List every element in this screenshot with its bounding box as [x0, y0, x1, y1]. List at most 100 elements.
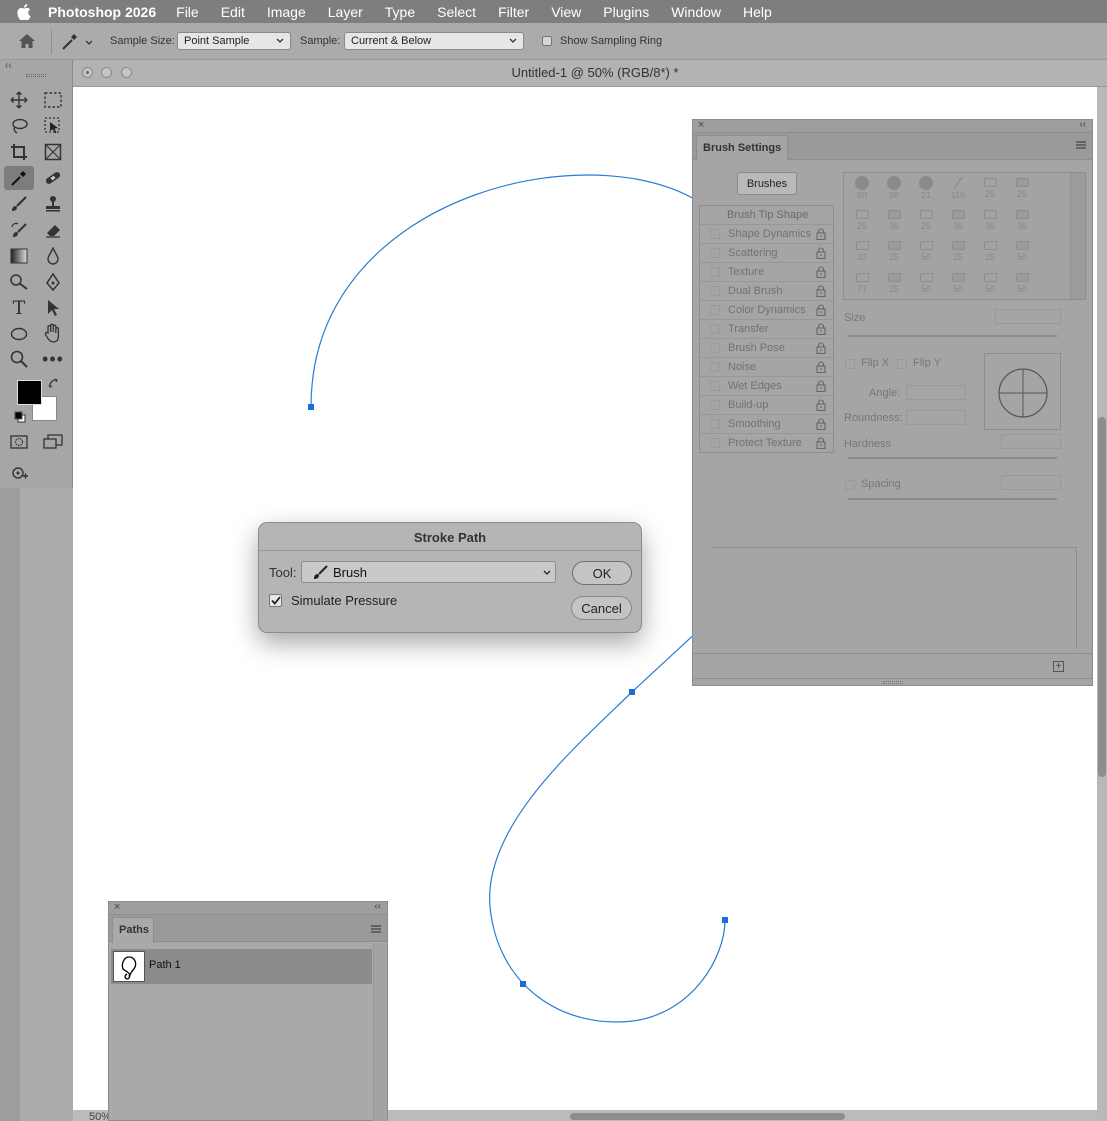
- brush-tip-grid[interactable]: 80 98 21 116 25 25 25 36 25 36 36 36 32 25 50 25 25 50 71 2…: [843, 172, 1086, 300]
- history-brush-tool-icon[interactable]: [6, 219, 32, 241]
- anchor-point[interactable]: [722, 917, 728, 923]
- show-sampling-ring-checkbox[interactable]: [542, 36, 552, 46]
- move-tool-icon[interactable]: [6, 89, 32, 111]
- brush-tip-preset[interactable]: 50: [910, 237, 942, 269]
- grip-handle[interactable]: [26, 74, 46, 77]
- brush-option-checkbox[interactable]: [710, 400, 720, 410]
- swap-colors-icon[interactable]: [48, 378, 60, 393]
- brush-tip-preset[interactable]: 36: [878, 206, 910, 238]
- roundness-field[interactable]: [906, 410, 966, 425]
- brush-tip-preset[interactable]: 36: [974, 206, 1006, 238]
- app-name[interactable]: Photoshop 2026: [48, 4, 156, 20]
- spacing-checkbox[interactable]: [845, 480, 855, 490]
- menu-help[interactable]: Help: [743, 4, 772, 20]
- menu-select[interactable]: Select: [437, 4, 476, 20]
- brush-tip-preset[interactable]: 32: [846, 237, 878, 269]
- brush-option-checkbox[interactable]: [710, 362, 720, 372]
- ok-button[interactable]: OK: [572, 561, 632, 585]
- brush-option-checkbox[interactable]: [710, 286, 720, 296]
- default-colors-icon[interactable]: [14, 411, 26, 426]
- menu-window[interactable]: Window: [671, 4, 721, 20]
- menu-layer[interactable]: Layer: [328, 4, 363, 20]
- brush-option-row[interactable]: Transfer: [700, 320, 833, 339]
- brush-tip-preset[interactable]: 50: [942, 269, 974, 301]
- brush-tip-preset[interactable]: 25: [878, 237, 910, 269]
- eyedropper-preset-icon[interactable]: [60, 33, 93, 54]
- brush-option-checkbox[interactable]: [710, 229, 720, 239]
- panel-menu-icon[interactable]: [1076, 140, 1086, 152]
- brush-option-checkbox[interactable]: [710, 381, 720, 391]
- horizontal-scroll-thumb[interactable]: [570, 1113, 845, 1120]
- edit-toolbar-icon[interactable]: [6, 462, 32, 484]
- panel-menu-icon[interactable]: [371, 924, 381, 936]
- lock-icon[interactable]: [816, 323, 826, 338]
- zoom-tool-icon[interactable]: [6, 348, 32, 370]
- brush-option-row[interactable]: Wet Edges: [700, 377, 833, 396]
- collapse-icon[interactable]: ‹‹: [5, 60, 12, 71]
- brush-tip-preset[interactable]: 50: [910, 269, 942, 301]
- tip-grid-scrollbar[interactable]: [1070, 173, 1085, 299]
- hardness-slider[interactable]: [848, 457, 1057, 459]
- blur-tool-icon[interactable]: [40, 245, 66, 267]
- apple-menu-icon[interactable]: [0, 3, 48, 20]
- brush-tip-preset[interactable]: 25: [846, 206, 878, 238]
- eraser-tool-icon[interactable]: [40, 219, 66, 241]
- collapse-panel-icon[interactable]: ‹‹: [374, 901, 381, 912]
- flip-x-checkbox[interactable]: [845, 359, 855, 369]
- brush-tip-preset[interactable]: 25: [878, 269, 910, 301]
- brush-tip-preset[interactable]: 98: [878, 174, 910, 206]
- brush-option-row[interactable]: Build-up: [700, 396, 833, 415]
- paths-scrollbar[interactable]: [373, 943, 387, 1121]
- lock-icon[interactable]: [816, 342, 826, 357]
- brush-option-checkbox[interactable]: [710, 438, 720, 448]
- brush-option-row[interactable]: Smoothing: [700, 415, 833, 434]
- lock-icon[interactable]: [816, 418, 826, 433]
- flip-y-checkbox[interactable]: [897, 359, 907, 369]
- brush-option-row[interactable]: Dual Brush: [700, 282, 833, 301]
- tab-paths[interactable]: Paths: [112, 917, 154, 943]
- menu-type[interactable]: Type: [385, 4, 415, 20]
- new-brush-icon[interactable]: +: [1053, 661, 1064, 672]
- brush-tool-icon[interactable]: [6, 193, 32, 215]
- lock-icon[interactable]: [816, 285, 826, 300]
- brush-option-row[interactable]: Scattering: [700, 244, 833, 263]
- menu-image[interactable]: Image: [267, 4, 306, 20]
- menu-view[interactable]: View: [551, 4, 581, 20]
- spacing-field[interactable]: [1001, 475, 1061, 490]
- vertical-scroll-thumb[interactable]: [1098, 417, 1106, 777]
- brushes-button[interactable]: Brushes: [737, 172, 797, 195]
- size-field[interactable]: [995, 309, 1061, 324]
- close-panel-icon[interactable]: ×: [114, 901, 120, 913]
- brush-option-row[interactable]: Brush Pose: [700, 339, 833, 358]
- sample-select[interactable]: Current & Below: [344, 32, 524, 50]
- brush-option-row[interactable]: Texture: [700, 263, 833, 282]
- path-selection-tool-icon[interactable]: [40, 297, 66, 319]
- brush-tip-preset[interactable]: 25: [910, 206, 942, 238]
- sample-size-select[interactable]: Point Sample: [177, 32, 291, 50]
- lasso-tool-icon[interactable]: [6, 115, 32, 137]
- tab-brush-settings[interactable]: Brush Settings: [696, 135, 788, 161]
- brush-tip-preset[interactable]: 25: [974, 174, 1006, 206]
- hand-tool-icon[interactable]: [40, 322, 66, 344]
- screen-mode-icon[interactable]: [40, 431, 66, 453]
- crop-tool-icon[interactable]: [6, 141, 32, 163]
- lock-icon[interactable]: [816, 266, 826, 281]
- brush-option-checkbox[interactable]: [710, 267, 720, 277]
- eyedropper-tool-icon[interactable]: [4, 166, 34, 190]
- brush-option-row[interactable]: Protect Texture: [700, 434, 833, 453]
- lock-icon[interactable]: [816, 399, 826, 414]
- brush-tip-preset[interactable]: 25: [942, 237, 974, 269]
- frame-tool-icon[interactable]: [40, 141, 66, 163]
- menu-edit[interactable]: Edit: [221, 4, 245, 20]
- brush-angle-preview[interactable]: [984, 353, 1061, 430]
- cancel-button[interactable]: Cancel: [571, 596, 632, 620]
- quick-mask-icon[interactable]: [6, 431, 32, 453]
- path-name[interactable]: Path 1: [149, 959, 181, 971]
- dodge-tool-icon[interactable]: [6, 271, 32, 293]
- brush-option-checkbox[interactable]: [710, 324, 720, 334]
- clone-stamp-tool-icon[interactable]: [40, 193, 66, 215]
- brush-option-row[interactable]: Shape Dynamics: [700, 225, 833, 244]
- brush-tip-preset[interactable]: 50: [1006, 237, 1038, 269]
- angle-field[interactable]: [906, 385, 966, 400]
- object-selection-tool-icon[interactable]: [40, 115, 66, 137]
